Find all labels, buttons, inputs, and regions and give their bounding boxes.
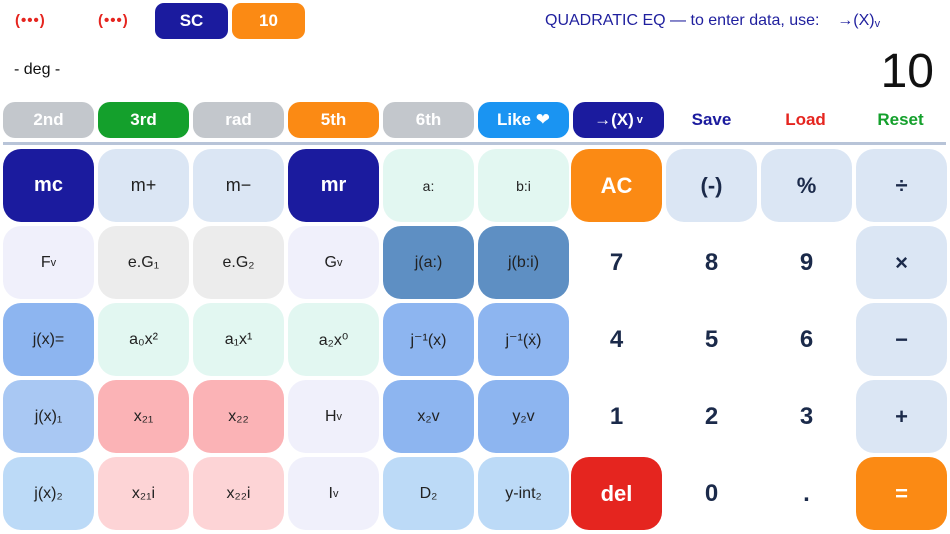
digit-2-key[interactable]: 2	[666, 380, 757, 453]
bi-key[interactable]: b:i	[478, 149, 569, 222]
hint-text: QUADRATIC EQ — to enter data, use:	[545, 12, 820, 29]
ja-key[interactable]: j(a:)	[383, 226, 474, 299]
hv-sub: v	[336, 410, 343, 423]
3rd-button[interactable]: 3rd	[98, 102, 189, 138]
equals-key[interactable]: =	[856, 457, 947, 530]
jbi-key[interactable]: j(b:i)	[478, 226, 569, 299]
display-value: 10	[880, 45, 934, 98]
eg2-key[interactable]: e.G₂	[193, 226, 284, 299]
fv-sub: v	[50, 256, 57, 269]
x22i-key[interactable]: x₂₂i	[193, 457, 284, 530]
digit-5-key[interactable]: 5	[666, 303, 757, 376]
digit-3-key[interactable]: 3	[761, 380, 852, 453]
fv-key[interactable]: Fv	[3, 226, 94, 299]
reset-button[interactable]: Reset	[855, 102, 946, 138]
y2v-key[interactable]: y₂v	[478, 380, 569, 453]
digit-1-key[interactable]: 1	[571, 380, 662, 453]
hv-key[interactable]: Hv	[288, 380, 379, 453]
a-key[interactable]: a:	[383, 149, 474, 222]
digit-9-key[interactable]: 9	[761, 226, 852, 299]
fv-label: F	[40, 253, 51, 271]
digit-8-key[interactable]: 8	[666, 226, 757, 299]
to-x-button[interactable]: →(X) v	[573, 102, 664, 138]
like-button[interactable]: Like ❤	[478, 102, 569, 138]
mr-key[interactable]: mr	[288, 149, 379, 222]
2nd-button[interactable]: 2nd	[3, 102, 94, 138]
hint-arrow-sub: v	[874, 18, 881, 30]
save-button[interactable]: Save	[666, 102, 757, 138]
jx1-key[interactable]: j(x)₁	[3, 380, 94, 453]
load-button[interactable]: Load	[760, 102, 851, 138]
a1x1-key[interactable]: a₁x¹	[193, 303, 284, 376]
digit-0-key[interactable]: 0	[666, 457, 757, 530]
menu-dots-left[interactable]: (•••)	[15, 12, 46, 29]
x21-key[interactable]: x₂₁	[98, 380, 189, 453]
gv-label: G	[324, 253, 337, 271]
angle-mode: - deg -	[14, 61, 61, 78]
digit-6-key[interactable]: 6	[761, 303, 852, 376]
j-inverse-xdot-key[interactable]: j⁻¹(ẋ)	[478, 303, 569, 376]
rad-button[interactable]: rad	[193, 102, 284, 138]
gv-sub: v	[336, 256, 343, 269]
x2v-key[interactable]: x₂v	[383, 380, 474, 453]
sc-button[interactable]: SC	[155, 3, 228, 39]
a2x0-key[interactable]: a₂x⁰	[288, 303, 379, 376]
decimal-key[interactable]: .	[761, 457, 852, 530]
subtract-key[interactable]: −	[856, 303, 947, 376]
to-x-label: →(X)	[594, 110, 634, 129]
to-x-sub: v	[636, 114, 643, 126]
negate-key[interactable]: (-)	[666, 149, 757, 222]
menu-dots-right[interactable]: (•••)	[98, 12, 129, 29]
mode-hint: QUADRATIC EQ — to enter data, use: →(X)v	[545, 12, 880, 30]
mc-key[interactable]: mc	[3, 149, 94, 222]
6th-button[interactable]: 6th	[383, 102, 474, 138]
iv-key[interactable]: Iv	[288, 457, 379, 530]
iv-sub: v	[332, 487, 339, 500]
hint-arrow: →(X)	[837, 12, 875, 29]
multiply-key[interactable]: ×	[856, 226, 947, 299]
x22-key[interactable]: x₂₂	[193, 380, 284, 453]
hv-label: H	[324, 407, 337, 425]
ac-key[interactable]: AC	[571, 149, 662, 222]
digit-7-key[interactable]: 7	[571, 226, 662, 299]
x21i-key[interactable]: x₂₁i	[98, 457, 189, 530]
digit-4-key[interactable]: 4	[571, 303, 662, 376]
divider	[3, 142, 946, 145]
m-minus-key[interactable]: m−	[193, 149, 284, 222]
a0x2-key[interactable]: a₀x²	[98, 303, 189, 376]
value-badge[interactable]: 10	[232, 3, 305, 39]
j-inverse-x-key[interactable]: j⁻¹(x)	[383, 303, 474, 376]
divide-key[interactable]: ÷	[856, 149, 947, 222]
add-key[interactable]: +	[856, 380, 947, 453]
percent-key[interactable]: %	[761, 149, 852, 222]
delete-key[interactable]: del	[571, 457, 662, 530]
gv-key[interactable]: Gv	[288, 226, 379, 299]
jx2-key[interactable]: j(x)₂	[3, 457, 94, 530]
5th-button[interactable]: 5th	[288, 102, 379, 138]
m-plus-key[interactable]: m+	[98, 149, 189, 222]
eg1-key[interactable]: e.G₁	[98, 226, 189, 299]
y-int2-key[interactable]: y-int₂	[478, 457, 569, 530]
jx-equals-key[interactable]: j(x)=	[3, 303, 94, 376]
d2-key[interactable]: D₂	[383, 457, 474, 530]
